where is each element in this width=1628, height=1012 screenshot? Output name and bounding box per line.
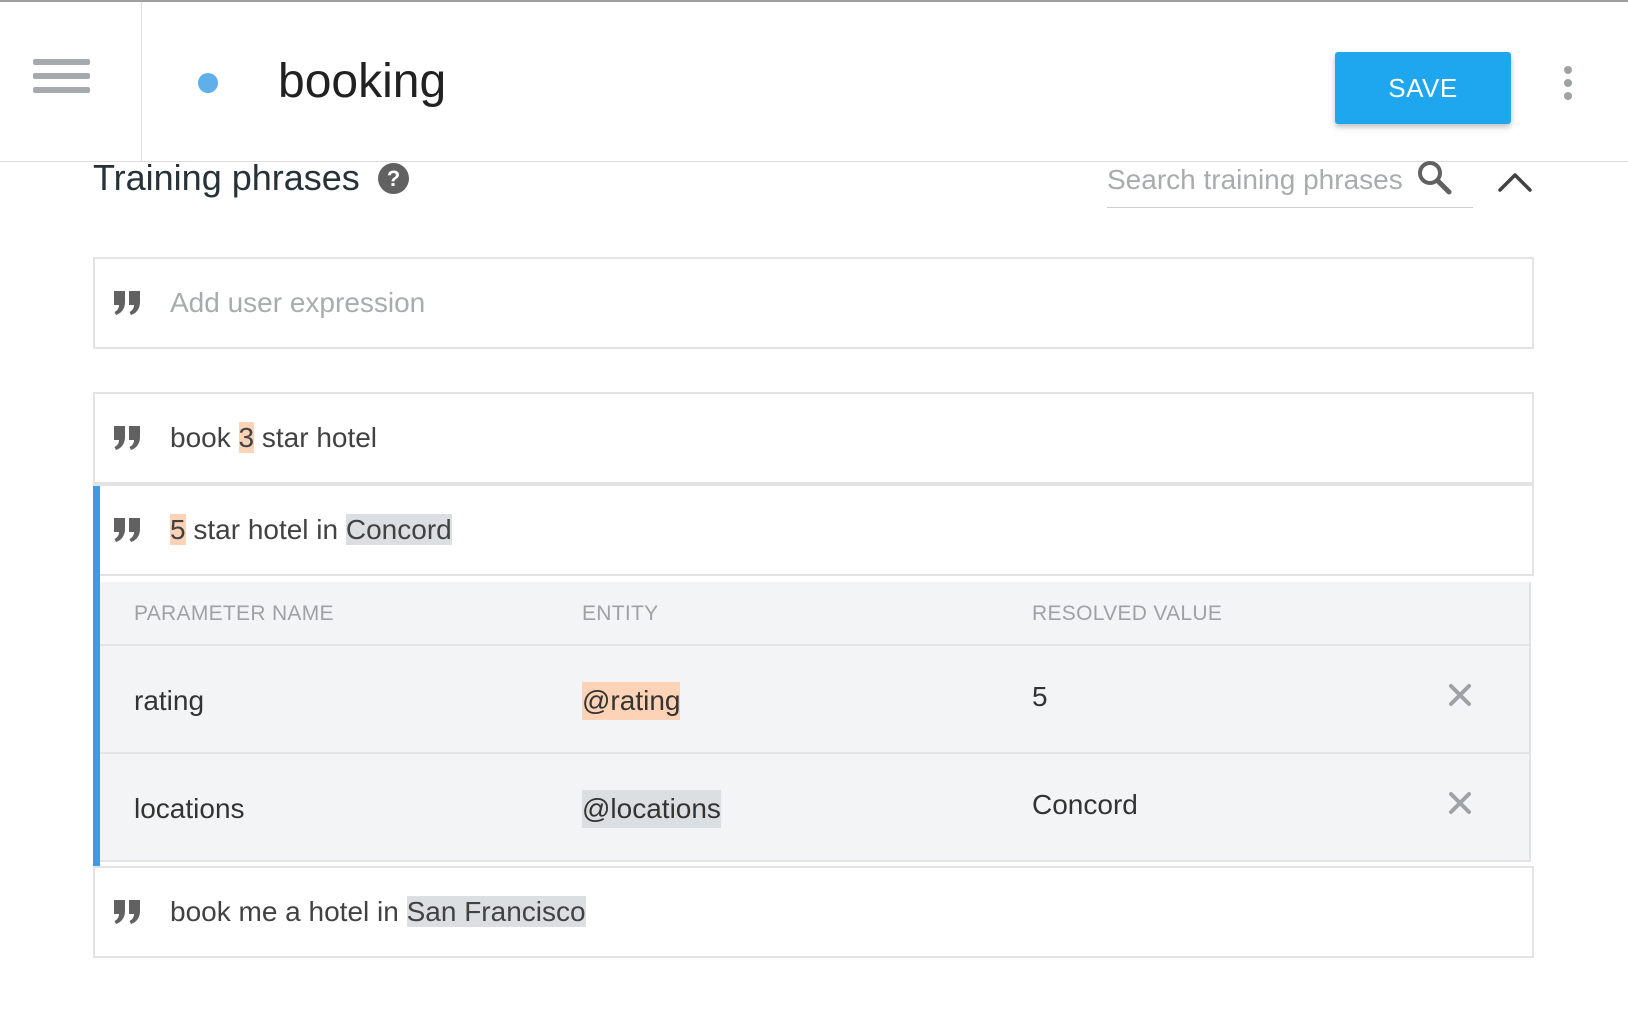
training-phrase-row-selected[interactable]: 5 star hotel in Concord — [93, 484, 1534, 576]
annotated-entity-locations[interactable]: Concord — [345, 514, 452, 545]
annotated-entity-locations[interactable]: San Francisco — [406, 896, 586, 927]
parameter-entity[interactable]: @locations — [582, 790, 721, 828]
column-header-parameter-name: PARAMETER NAME — [134, 602, 334, 625]
more-options-icon[interactable] — [1560, 66, 1576, 100]
phrase-text[interactable]: book me a hotel in San Francisco — [170, 892, 586, 932]
parameter-entity[interactable]: @rating — [582, 682, 681, 720]
chevron-up-icon[interactable] — [1495, 162, 1535, 202]
selection-indicator — [93, 486, 100, 866]
quote-icon — [114, 291, 140, 315]
phrase-part: star hotel — [254, 422, 378, 453]
add-user-expression-input[interactable] — [170, 283, 1470, 323]
quote-icon — [114, 426, 140, 450]
add-user-expression-row[interactable] — [93, 257, 1534, 349]
save-button[interactable]: SAVE — [1335, 52, 1511, 124]
intent-status-dot — [198, 73, 218, 93]
phrase-text[interactable]: book 3 star hotel — [170, 418, 377, 458]
quote-icon — [114, 518, 140, 542]
parameter-resolved-value: Concord — [1032, 789, 1138, 820]
help-icon[interactable]: ? — [378, 163, 409, 194]
close-icon[interactable] — [1445, 680, 1475, 710]
search-input[interactable] — [1107, 160, 1407, 200]
parameter-name[interactable]: rating — [134, 682, 204, 720]
quote-icon — [114, 900, 140, 924]
phrase-part: book me a hotel in — [170, 896, 407, 927]
phrase-text[interactable]: 5 star hotel in Concord — [170, 510, 452, 550]
column-header-resolved-value: RESOLVED VALUE — [1032, 602, 1223, 625]
parameter-table: PARAMETER NAME ENTITY RESOLVED VALUE rat… — [100, 582, 1531, 862]
search-training-phrases — [1107, 154, 1473, 208]
parameter-resolved-value: 5 — [1032, 681, 1048, 712]
intent-name[interactable]: booking — [278, 52, 446, 112]
column-header-entity: ENTITY — [582, 602, 659, 625]
annotated-entity-rating[interactable]: 3 — [238, 422, 255, 453]
search-icon[interactable] — [1415, 158, 1455, 198]
annotated-entity-rating[interactable]: 5 — [170, 514, 186, 545]
training-phrases-title: Training phrases — [93, 157, 360, 198]
phrase-part: book — [170, 422, 239, 453]
training-phrase-row[interactable]: book me a hotel in San Francisco — [93, 866, 1534, 958]
phrase-part: star hotel in — [185, 514, 346, 545]
parameter-table-header: PARAMETER NAME ENTITY RESOLVED VALUE — [100, 582, 1529, 646]
parameter-row: locations @locations Concord — [100, 754, 1529, 862]
parameter-name[interactable]: locations — [134, 790, 245, 828]
menu-cell — [0, 2, 142, 162]
hamburger-menu-icon[interactable] — [33, 59, 90, 95]
close-icon[interactable] — [1445, 788, 1475, 818]
top-bar: booking SAVE — [0, 0, 1628, 162]
training-phrase-row[interactable]: book 3 star hotel — [93, 392, 1534, 484]
parameter-row: rating @rating 5 — [100, 646, 1529, 754]
